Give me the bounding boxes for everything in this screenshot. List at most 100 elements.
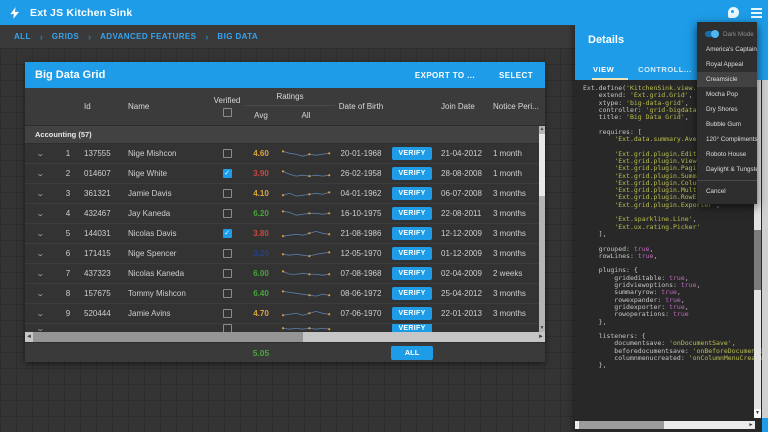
table-row[interactable]: ⌄4432467Jay Kaneda6.2016-10-1975VERIFY22…	[25, 204, 545, 224]
verified-checkbox[interactable]	[223, 149, 232, 158]
code-horizontal-scrollbar[interactable]: ◄ ►	[575, 421, 755, 429]
page-scrollbar[interactable]	[762, 80, 768, 418]
verify-button[interactable]: VERIFY	[392, 307, 432, 320]
verify-column-header[interactable]	[387, 88, 437, 125]
table-row[interactable]: ⌄9520444Jamie Avins4.7007-06-1970VERIFY2…	[25, 304, 545, 324]
dark-mode-toggle[interactable]	[705, 31, 718, 37]
row-expander-icon[interactable]: ⌄	[35, 229, 44, 238]
expander-column-header[interactable]	[25, 88, 55, 125]
row-expander-icon[interactable]: ⌄	[35, 149, 44, 158]
cell-name	[123, 324, 209, 332]
scroll-down-icon[interactable]: ▼	[754, 409, 761, 418]
menu-item-dry-shores[interactable]: Dry Shores	[697, 102, 757, 117]
menu-item-royal-appeal[interactable]: Royal Appeal	[697, 57, 757, 72]
scroll-left-icon[interactable]: ◄	[25, 332, 33, 342]
dob-column-header[interactable]: Date of Birth	[335, 88, 387, 125]
breadcrumb-big-data[interactable]: BIG DATA	[217, 32, 258, 41]
breadcrumb-grids[interactable]: GRIDS	[52, 32, 79, 41]
name-column-header[interactable]: Name	[123, 88, 209, 125]
verify-button[interactable]: VERIFY	[392, 227, 432, 240]
table-row[interactable]: ⌄3361321Jamie Davis4.1004-01-1962VERIFY0…	[25, 184, 545, 204]
join-date-column-header[interactable]: Join Date	[437, 88, 487, 125]
scroll-right-icon[interactable]: ►	[747, 421, 755, 429]
row-expander-icon[interactable]: ⌄	[35, 169, 44, 178]
breadcrumb-all[interactable]: ALL	[14, 32, 31, 41]
table-row[interactable]: ⌄7437323Nicolas Kaneda6.0007-08-1968VERI…	[25, 264, 545, 284]
verified-header-checkbox[interactable]	[223, 108, 232, 117]
table-row[interactable]: ⌄8157675Tommy Mishcon6.4008-06-1972VERIF…	[25, 284, 545, 304]
id-column-header[interactable]: Id	[81, 88, 123, 125]
grid-vertical-scrollbar[interactable]: ▲ ▼	[539, 126, 545, 332]
menu-item-cancel[interactable]: Cancel	[697, 184, 757, 199]
grid-summary-row: 5.05 ALL	[25, 342, 545, 362]
menu-item-creamsicle[interactable]: Creamsicle	[697, 72, 757, 87]
row-expander-icon[interactable]: ⌄	[35, 324, 44, 332]
row-expander-icon[interactable]: ⌄	[35, 289, 44, 298]
ratings-column-group[interactable]: Ratings Avg All	[245, 88, 335, 125]
scroll-down-icon[interactable]: ▼	[539, 325, 545, 332]
export-to-button[interactable]: EXPORT TO ...	[415, 71, 475, 80]
table-row[interactable]: ⌄6171415Nige Spencer3.2012-05-1970VERIFY…	[25, 244, 545, 264]
theme-palette-icon[interactable]	[728, 7, 739, 18]
row-expander-icon[interactable]: ⌄	[35, 269, 44, 278]
verify-button[interactable]: VERIFY	[392, 207, 432, 220]
menu-item-roboto-house[interactable]: Roboto House	[697, 147, 757, 162]
cell-name: Jay Kaneda	[123, 204, 209, 223]
notice-period-column-header[interactable]: Notice Peri...	[487, 88, 539, 125]
rownumber-column-header[interactable]	[55, 88, 81, 125]
select-button[interactable]: SELECT	[499, 71, 533, 80]
grid-vscroll-thumb[interactable]	[539, 134, 545, 196]
verify-button[interactable]: VERIFY	[392, 287, 432, 300]
verified-checkbox[interactable]	[223, 189, 232, 198]
avg-column-header[interactable]: Avg	[245, 106, 277, 125]
menu-item-mocha-pop[interactable]: Mocha Pop	[697, 87, 757, 102]
menu-item-120-compliments[interactable]: 120° Compliments	[697, 132, 757, 147]
menu-item-daylight-tungsten[interactable]: Daylight & Tungsten	[697, 162, 757, 177]
verified-checkbox[interactable]: ✓	[223, 229, 232, 238]
cell-notice-period: 2 weeks	[487, 264, 539, 283]
verify-button[interactable]: VERIFY	[392, 167, 432, 180]
verified-column-header[interactable]: Verified	[209, 88, 245, 125]
breadcrumb-advanced-features[interactable]: ADVANCED FEATURES	[100, 32, 196, 41]
scroll-right-icon[interactable]: ►	[537, 332, 545, 342]
table-row[interactable]: ⌄ VERIFY	[25, 324, 545, 332]
row-expander-icon[interactable]: ⌄	[35, 249, 44, 258]
verify-button[interactable]: VERIFY	[392, 147, 432, 160]
sparkline-chart	[280, 248, 332, 260]
table-row[interactable]: ⌄2014607Nige White✓3.9026-02-1958VERIFY2…	[25, 164, 545, 184]
verified-checkbox[interactable]: ✓	[223, 169, 232, 178]
all-column-header[interactable]: All	[277, 106, 335, 125]
hamburger-menu-icon[interactable]	[751, 8, 762, 18]
verified-checkbox[interactable]	[223, 249, 232, 258]
group-header-accounting[interactable]: Accounting (57)	[25, 126, 545, 144]
table-row[interactable]: ⌄5144031Nicolas Davis✓3.8021-08-1986VERI…	[25, 224, 545, 244]
tab-view[interactable]: VIEW	[593, 65, 614, 74]
verify-button[interactable]: VERIFY	[392, 267, 432, 280]
menu-item-bubble-gum[interactable]: Bubble Gum	[697, 117, 757, 132]
code-hscroll-thumb[interactable]	[579, 421, 664, 429]
table-row[interactable]: ⌄1137555Nige Mishcon4.6020-01-1968VERIFY…	[25, 144, 545, 164]
verified-checkbox[interactable]	[223, 309, 232, 318]
verify-button[interactable]: VERIFY	[392, 187, 432, 200]
breadcrumb-separator: ›	[205, 32, 208, 42]
cell-id: 137555	[81, 144, 123, 163]
scroll-up-icon[interactable]: ▲	[539, 126, 545, 133]
grid-hscroll-thumb[interactable]	[33, 332, 303, 342]
verified-checkbox[interactable]	[223, 289, 232, 298]
row-expander-icon[interactable]: ⌄	[35, 309, 44, 318]
verified-checkbox[interactable]	[223, 209, 232, 218]
verified-checkbox[interactable]	[223, 269, 232, 278]
code-vscroll-thumb[interactable]	[754, 230, 761, 290]
row-expander-icon[interactable]: ⌄	[35, 209, 44, 218]
verify-button[interactable]: VERIFY	[392, 324, 432, 332]
dark-mode-row[interactable]: Dark Mode	[697, 26, 757, 42]
row-number: 9	[55, 304, 81, 323]
row-expander-icon[interactable]: ⌄	[35, 189, 44, 198]
verified-checkbox[interactable]	[223, 324, 232, 332]
menu-item-americas-captain[interactable]: America's Captain	[697, 42, 757, 57]
verify-button[interactable]: VERIFY	[392, 247, 432, 260]
grid-horizontal-scrollbar[interactable]: ◄ ►	[25, 332, 545, 342]
verify-all-button[interactable]: ALL	[391, 346, 433, 360]
code-line: 'Ext.ux.rating.Picker'	[583, 224, 762, 231]
tab-controller[interactable]: CONTROLL...	[638, 65, 691, 74]
